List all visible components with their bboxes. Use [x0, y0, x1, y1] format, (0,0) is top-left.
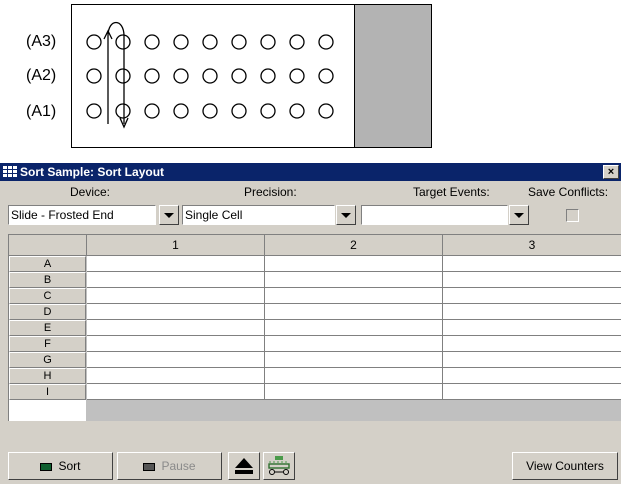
row-header-a[interactable]: A	[9, 256, 86, 272]
slide-diagram: (A3) (A2) (A1)	[0, 0, 621, 160]
well-circle	[289, 34, 305, 50]
pause-label: Pause	[161, 459, 196, 473]
row-header-h[interactable]: H	[9, 368, 86, 384]
row-header-b[interactable]: B	[9, 272, 86, 288]
well-circle	[86, 103, 102, 119]
well-circle	[231, 103, 247, 119]
grid-cell[interactable]	[87, 256, 265, 272]
well-circle	[260, 34, 276, 50]
grid-cell[interactable]	[87, 288, 265, 304]
well-circle	[115, 68, 131, 84]
grid-cell[interactable]	[265, 304, 443, 320]
grid-cell[interactable]	[87, 384, 265, 400]
pause-button[interactable]: Pause	[117, 452, 222, 480]
column-header-2[interactable]: 2	[265, 235, 443, 256]
well-circle	[144, 34, 160, 50]
precision-label: Precision:	[244, 185, 297, 199]
grid-empty-area	[9, 400, 86, 421]
grid-cell[interactable]	[443, 288, 621, 304]
pause-icon	[143, 462, 156, 471]
row-header-e[interactable]: E	[9, 320, 86, 336]
well-circle	[202, 68, 218, 84]
grid-cell[interactable]	[87, 320, 265, 336]
grid-cell[interactable]	[87, 368, 265, 384]
tray-button[interactable]	[263, 452, 295, 480]
sort-layout-grid: 1 2 3 A B C D E F G H I	[8, 234, 621, 421]
view-counters-button[interactable]: View Counters	[512, 452, 618, 480]
row-header-c[interactable]: C	[9, 288, 86, 304]
eject-button[interactable]	[228, 452, 260, 480]
grid-cell[interactable]	[265, 336, 443, 352]
sort-layout-window: Sort Sample: Sort Layout × Device: Preci…	[0, 163, 621, 484]
well-circle	[86, 68, 102, 84]
grid-cell[interactable]	[265, 256, 443, 272]
well-circle	[318, 103, 334, 119]
sort-label: Sort	[58, 459, 81, 473]
well-circle	[318, 68, 334, 84]
grid-cell[interactable]	[87, 304, 265, 320]
grid-cell[interactable]	[443, 368, 621, 384]
row-header-g[interactable]: G	[9, 352, 86, 368]
well-circle	[231, 68, 247, 84]
title-bar[interactable]: Sort Sample: Sort Layout ×	[0, 163, 621, 181]
grid-cell[interactable]	[443, 304, 621, 320]
sort-icon	[40, 462, 53, 471]
close-button[interactable]: ×	[603, 165, 619, 179]
row-header-i[interactable]: I	[9, 384, 86, 400]
row-header-f[interactable]: F	[9, 336, 86, 352]
precision-dropdown-button[interactable]	[336, 205, 356, 225]
well-circle	[173, 103, 189, 119]
grid-cell[interactable]	[443, 320, 621, 336]
well-circle	[202, 103, 218, 119]
precision-select[interactable]: Single Cell	[182, 205, 335, 225]
grid-cell[interactable]	[443, 384, 621, 400]
close-icon: ×	[607, 166, 615, 178]
column-header-3[interactable]: 3	[443, 235, 621, 256]
grid-cell[interactable]	[443, 336, 621, 352]
grid-icon	[3, 166, 17, 177]
save-conflicts-label: Save Conflicts:	[528, 185, 609, 199]
device-label: Device:	[70, 185, 111, 199]
eject-icon	[235, 458, 253, 474]
well-circle	[260, 68, 276, 84]
well-circle	[260, 103, 276, 119]
well-circle	[289, 68, 305, 84]
grid-cell[interactable]	[265, 384, 443, 400]
target-events-dropdown-button[interactable]	[509, 205, 529, 225]
grid-cell[interactable]	[87, 336, 265, 352]
grid-cell[interactable]	[443, 352, 621, 368]
grid-cell[interactable]	[265, 288, 443, 304]
well-circle	[144, 68, 160, 84]
grid-cell[interactable]	[265, 368, 443, 384]
grid-cell[interactable]	[443, 272, 621, 288]
grid-cell[interactable]	[265, 320, 443, 336]
well-circle	[231, 34, 247, 50]
row-header-d[interactable]: D	[9, 304, 86, 320]
tray-icon	[268, 456, 290, 475]
grid-cell[interactable]	[87, 272, 265, 288]
device-select[interactable]: Slide - Frosted End	[8, 205, 156, 225]
target-events-label: Target Events:	[413, 185, 490, 199]
sort-button[interactable]: Sort	[8, 452, 113, 480]
window-title: Sort Sample: Sort Layout	[20, 165, 165, 179]
corner-header	[9, 235, 87, 256]
grid-cell[interactable]	[87, 352, 265, 368]
device-dropdown-button[interactable]	[159, 205, 179, 225]
well-circle	[173, 34, 189, 50]
target-events-input[interactable]	[361, 205, 508, 225]
well-circles	[86, 21, 334, 129]
well-circle	[115, 34, 131, 50]
well-circle	[202, 34, 218, 50]
well-circle	[144, 103, 160, 119]
grid-cell[interactable]	[265, 352, 443, 368]
well-circle	[86, 34, 102, 50]
grid-cell[interactable]	[265, 272, 443, 288]
well-circle	[289, 103, 305, 119]
grid-cell[interactable]	[443, 256, 621, 272]
well-circle	[173, 68, 189, 84]
well-circle	[318, 34, 334, 50]
column-header-1[interactable]: 1	[87, 235, 265, 256]
well-circle	[115, 103, 131, 119]
save-conflicts-checkbox[interactable]	[566, 209, 579, 222]
